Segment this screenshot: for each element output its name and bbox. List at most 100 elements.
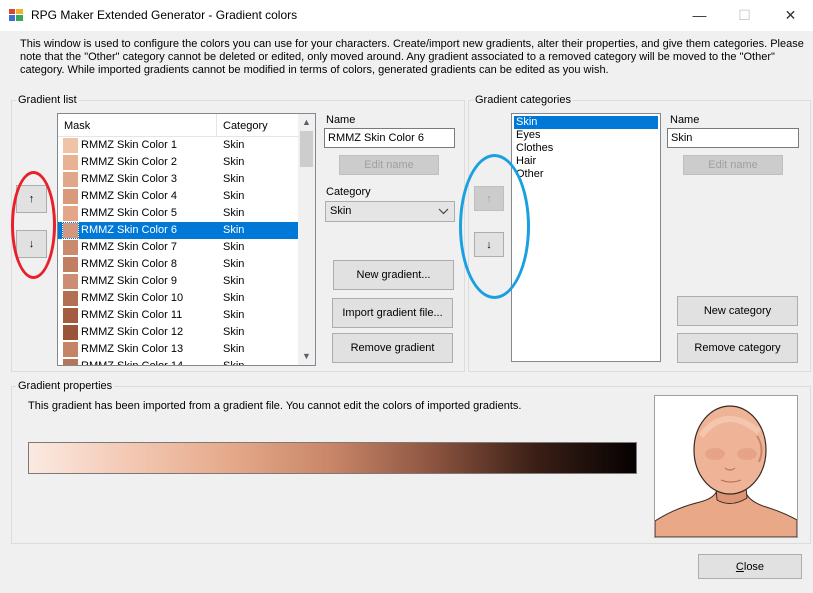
column-header-mask[interactable]: Mask: [58, 114, 217, 136]
gradient-name-cell: RMMZ Skin Color 7: [81, 241, 177, 253]
description-text: This window is used to configure the col…: [20, 38, 804, 76]
remove-category-button[interactable]: Remove category: [677, 333, 798, 363]
chevron-down-icon: [438, 204, 449, 221]
gradient-name-cell: RMMZ Skin Color 3: [81, 173, 177, 185]
gradient-category-cell: Skin: [223, 241, 245, 253]
gradient-name-cell: RMMZ Skin Color 6: [81, 224, 177, 236]
scroll-up-icon[interactable]: ▲: [298, 114, 315, 131]
color-swatch: [63, 359, 78, 365]
gradient-name-cell: RMMZ Skin Color 1: [81, 139, 177, 151]
scroll-thumb[interactable]: [300, 131, 313, 167]
gradient-name-cell: RMMZ Skin Color 11: [81, 309, 183, 321]
gradient-list-view[interactable]: Mask Category RMMZ Skin Color 1 Skin RMMZ …: [57, 113, 316, 366]
gradient-properties-label: Gradient properties: [16, 380, 115, 392]
gradient-category-cell: Skin: [223, 343, 245, 355]
category-list-item[interactable]: Skin: [514, 116, 658, 129]
table-row[interactable]: RMMZ Skin Color 14 Skin: [58, 358, 298, 366]
table-row[interactable]: RMMZ Skin Color 9 Skin: [58, 273, 298, 290]
color-swatch: [63, 325, 78, 340]
scroll-down-icon[interactable]: ▼: [298, 348, 315, 365]
minimize-button[interactable]: —: [677, 0, 722, 31]
gradient-list-label: Gradient list: [16, 94, 79, 106]
gradient-preview-bar: [28, 442, 637, 474]
gradient-name-cell: RMMZ Skin Color 13: [81, 343, 184, 355]
color-swatch: [63, 240, 78, 255]
category-name-label: Name: [670, 114, 700, 126]
edit-category-name-button[interactable]: Edit name: [683, 155, 783, 175]
gradient-name-cell: RMMZ Skin Color 8: [81, 258, 177, 270]
color-swatch: [63, 291, 78, 306]
color-swatch: [63, 274, 78, 289]
blue-annotation-circle: [459, 154, 530, 299]
gradient-name-cell: RMMZ Skin Color 14: [81, 360, 184, 366]
gradient-info-text: This gradient has been imported from a g…: [28, 400, 522, 412]
table-row[interactable]: RMMZ Skin Color 11 Skin: [58, 307, 298, 324]
gradient-category-cell: Skin: [223, 190, 245, 202]
gradient-name-input[interactable]: [324, 128, 455, 148]
new-gradient-button[interactable]: New gradient...: [333, 260, 454, 290]
red-annotation-circle: [11, 171, 56, 279]
category-list[interactable]: Skin Eyes Clothes Hair Other: [511, 113, 661, 362]
gradient-category-cell: Skin: [223, 360, 245, 366]
color-swatch: [63, 308, 78, 323]
category-label: Category: [326, 186, 371, 198]
gradient-category-cell: Skin: [223, 207, 245, 219]
remove-gradient-button[interactable]: Remove gradient: [332, 333, 453, 363]
table-row[interactable]: RMMZ Skin Color 7 Skin: [58, 239, 298, 256]
close-button[interactable]: Close: [698, 554, 802, 579]
gradient-name-label: Name: [326, 114, 356, 126]
new-category-button[interactable]: New category: [677, 296, 798, 326]
character-preview-image: [654, 395, 798, 538]
column-header-category[interactable]: Category: [217, 114, 298, 136]
gradient-category-cell: Skin: [223, 173, 245, 185]
color-swatch: [63, 206, 78, 221]
table-row[interactable]: RMMZ Skin Color 13 Skin: [58, 341, 298, 358]
category-select-value: Skin: [330, 205, 352, 217]
import-gradient-button[interactable]: Import gradient file...: [332, 298, 453, 328]
category-select[interactable]: Skin: [325, 201, 455, 222]
table-row[interactable]: RMMZ Skin Color 5 Skin: [58, 205, 298, 222]
gradient-category-cell: Skin: [223, 224, 245, 236]
table-row[interactable]: RMMZ Skin Color 12 Skin: [58, 324, 298, 341]
close-button-mnemonic: C: [735, 560, 744, 573]
gradient-rows: RMMZ Skin Color 1 Skin RMMZ Skin Color 2 Sk…: [58, 137, 298, 366]
gradient-name-cell: RMMZ Skin Color 10: [81, 292, 184, 304]
table-row[interactable]: RMMZ Skin Color 3 Skin: [58, 171, 298, 188]
table-row[interactable]: RMMZ Skin Color 6 Skin: [58, 222, 298, 239]
app-icon: [9, 9, 23, 21]
gradient-category-cell: Skin: [223, 156, 245, 168]
gradient-category-cell: Skin: [223, 326, 245, 338]
color-swatch: [63, 172, 78, 187]
table-row[interactable]: RMMZ Skin Color 4 Skin: [58, 188, 298, 205]
title-bar: RPG Maker Extended Generator - Gradient …: [0, 0, 813, 31]
table-row[interactable]: RMMZ Skin Color 1 Skin: [58, 137, 298, 154]
gradient-name-cell: RMMZ Skin Color 2: [81, 156, 177, 168]
gradient-categories-label: Gradient categories: [473, 94, 573, 106]
category-list-item[interactable]: Clothes: [514, 142, 555, 155]
color-swatch: [63, 155, 78, 170]
table-row[interactable]: RMMZ Skin Color 2 Skin: [58, 154, 298, 171]
gradient-name-cell: RMMZ Skin Color 4: [81, 190, 177, 202]
color-swatch: [62, 222, 79, 239]
color-swatch: [63, 257, 78, 272]
gradient-category-cell: Skin: [223, 309, 245, 321]
list-header: Mask Category: [58, 114, 298, 137]
window-title: RPG Maker Extended Generator - Gradient …: [31, 8, 298, 22]
gradient-name-cell: RMMZ Skin Color 12: [81, 326, 184, 338]
category-list-item[interactable]: Hair: [514, 155, 538, 168]
category-list-item[interactable]: Eyes: [514, 129, 542, 142]
table-row[interactable]: RMMZ Skin Color 10 Skin: [58, 290, 298, 307]
gradient-name-cell: RMMZ Skin Color 5: [81, 207, 177, 219]
gradient-category-cell: Skin: [223, 275, 245, 287]
close-window-button[interactable]: ✕: [768, 0, 813, 31]
color-swatch: [63, 342, 78, 357]
gradient-category-cell: Skin: [223, 139, 245, 151]
category-name-input[interactable]: [667, 128, 799, 148]
maximize-button[interactable]: ☐: [722, 0, 767, 31]
close-button-label: lose: [743, 560, 765, 573]
gradient-list-scrollbar[interactable]: ▲ ▼: [298, 114, 315, 365]
color-swatch: [63, 138, 78, 153]
edit-gradient-name-button[interactable]: Edit name: [339, 155, 439, 175]
table-row[interactable]: RMMZ Skin Color 8 Skin: [58, 256, 298, 273]
color-swatch: [63, 189, 78, 204]
